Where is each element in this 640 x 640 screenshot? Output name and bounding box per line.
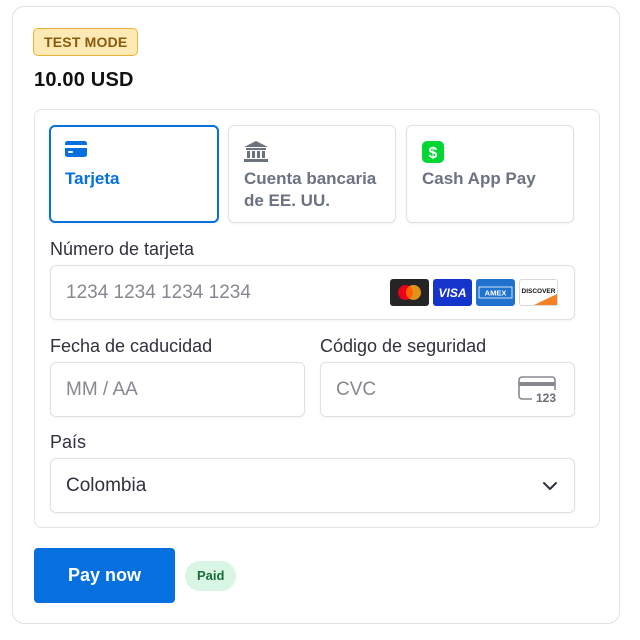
pay-now-button[interactable]: Pay now bbox=[34, 548, 175, 603]
card-number-input[interactable] bbox=[66, 266, 433, 319]
tab-us-bank-account[interactable]: Cuenta bancaria de EE. UU. bbox=[228, 125, 396, 223]
country-select[interactable]: Colombia bbox=[50, 458, 575, 513]
tab-card-label: Tarjeta bbox=[65, 169, 120, 188]
svg-text:DISCOVER: DISCOVER bbox=[522, 288, 556, 295]
chevron-down-icon bbox=[542, 478, 558, 499]
card-number-field[interactable]: VISA AMEX DISCOVER bbox=[50, 265, 575, 320]
amex-icon: AMEX bbox=[476, 279, 515, 306]
svg-text:VISA: VISA bbox=[438, 286, 466, 300]
country-select-value: Colombia bbox=[66, 475, 147, 496]
credit-card-icon bbox=[65, 141, 87, 162]
country-label: País bbox=[50, 432, 87, 452]
status-badge: Paid bbox=[185, 561, 237, 591]
test-mode-badge: TEST MODE bbox=[33, 28, 139, 56]
cvc-card-icon: 123 bbox=[518, 376, 560, 411]
cvc-icon-text: 123 bbox=[536, 391, 556, 405]
cvc-field[interactable]: 123 bbox=[320, 362, 575, 417]
tab-cash-app-pay[interactable]: $ Cash App Pay bbox=[406, 125, 574, 223]
visa-icon: VISA bbox=[433, 279, 472, 306]
tab-card[interactable]: Tarjeta bbox=[49, 125, 219, 223]
tab-cashapp-label: Cash App Pay bbox=[422, 169, 536, 188]
card-number-label: Número de tarjeta bbox=[50, 239, 195, 259]
cash-app-icon: $ bbox=[422, 141, 444, 168]
svg-text:AMEX: AMEX bbox=[485, 289, 507, 298]
expiry-field[interactable] bbox=[50, 362, 305, 417]
cvc-label: Código de seguridad bbox=[320, 336, 487, 356]
discover-icon: DISCOVER bbox=[519, 279, 558, 306]
expiry-input[interactable] bbox=[66, 363, 244, 416]
expiry-label: Fecha de caducidad bbox=[50, 336, 213, 356]
tab-bank-label: Cuenta bancaria de EE. UU. bbox=[244, 169, 377, 210]
cvc-input[interactable] bbox=[336, 363, 488, 416]
amount-total: 10.00 USD bbox=[34, 69, 134, 91]
mastercard-icon bbox=[390, 279, 429, 306]
payment-form: Tarjeta Cuenta bancaria de EE. UU. $ Cas… bbox=[34, 109, 600, 528]
checkout-card: TEST MODE 10.00 USD Tarjeta Cuenta banca… bbox=[12, 6, 620, 624]
svg-text:$: $ bbox=[429, 145, 438, 162]
bank-icon bbox=[244, 141, 268, 168]
